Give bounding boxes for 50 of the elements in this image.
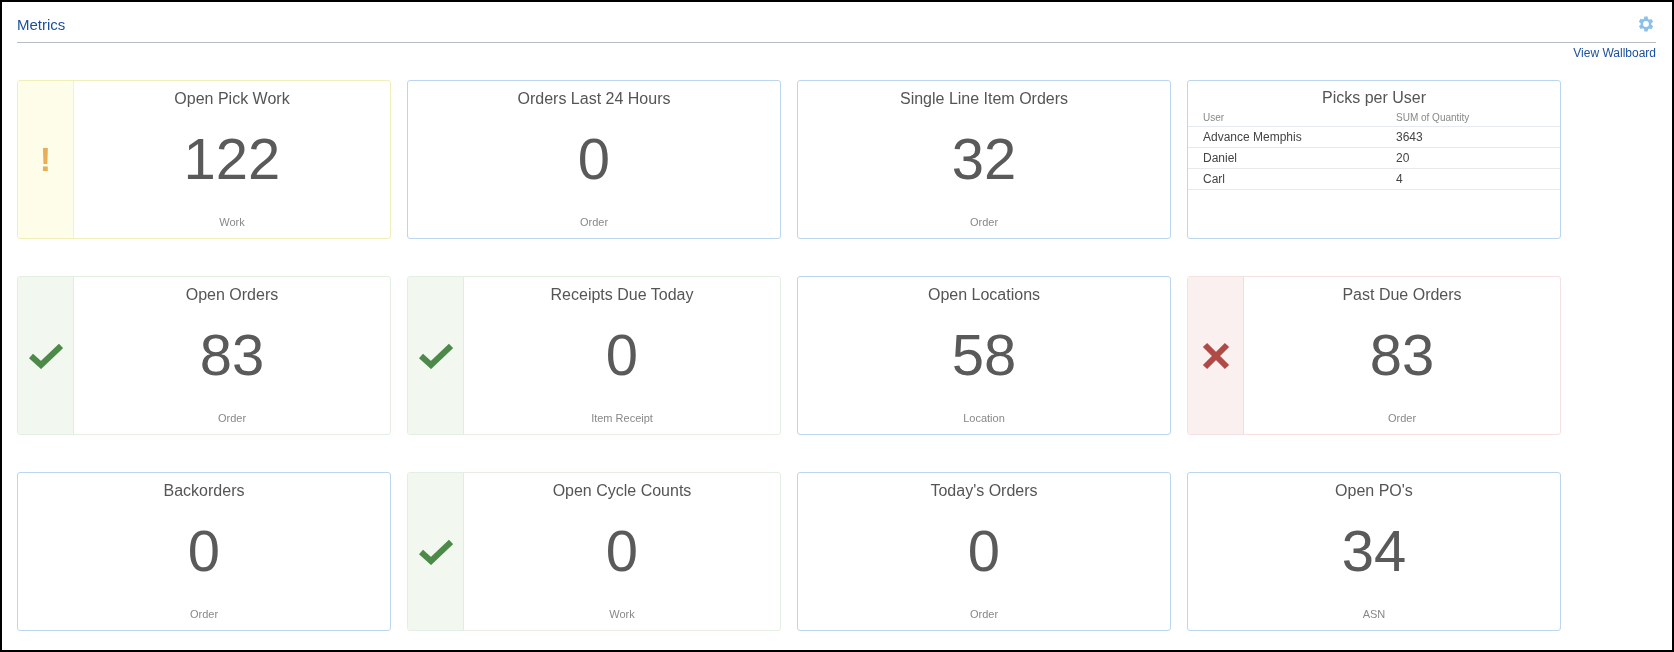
column-header: User xyxy=(1203,112,1226,123)
card-title: Receipts Due Today xyxy=(550,286,694,304)
card-title: Single Line Item Orders xyxy=(899,90,1069,108)
metric-unit: Order xyxy=(969,216,999,228)
metric-unit: Order xyxy=(969,608,999,620)
checkmark-icon xyxy=(418,342,453,369)
card-title: Today's Orders xyxy=(930,482,1038,500)
exclamation-icon: ! xyxy=(39,140,52,179)
view-wallboard-link[interactable]: View Wallboard xyxy=(1573,46,1656,60)
metric-value: 0 xyxy=(967,522,1001,580)
card-title: Past Due Orders xyxy=(1342,286,1462,304)
card-title: Backorders xyxy=(163,482,245,500)
table-cell-text: 3643 xyxy=(1396,130,1424,144)
card-title: Orders Last 24 Hours xyxy=(517,90,671,108)
card-title: Open Locations xyxy=(927,286,1041,304)
metric-unit: Order xyxy=(217,412,247,424)
checkmark-icon xyxy=(28,342,63,369)
table-cell-text: Advance Memphis xyxy=(1203,130,1303,144)
column-header: SUM of Quantity xyxy=(1396,112,1471,123)
metric-unit: Location xyxy=(963,412,1005,424)
metric-value: 83 xyxy=(199,326,265,384)
table-cell-text: Carl xyxy=(1203,172,1226,186)
cross-icon xyxy=(1201,341,1230,370)
settings-icon[interactable] xyxy=(1636,14,1656,34)
metric-value: 0 xyxy=(577,130,611,188)
metric-unit: Order xyxy=(189,608,219,620)
metric-value: 122 xyxy=(183,130,281,188)
card-title: Picks per User xyxy=(1322,89,1426,107)
card-title: Open Orders xyxy=(185,286,279,304)
metric-value: 0 xyxy=(187,522,221,580)
metric-unit: Work xyxy=(219,216,245,228)
card-title: Open Pick Work xyxy=(174,90,290,108)
card-title: Open PO's xyxy=(1335,482,1413,500)
metric-value: 83 xyxy=(1369,326,1435,384)
metric-unit: Order xyxy=(1387,412,1417,424)
metric-value: 0 xyxy=(605,326,639,384)
table-cell-text: Daniel xyxy=(1203,151,1239,165)
checkmark-icon xyxy=(418,538,453,565)
metric-unit: Order xyxy=(579,216,609,228)
metric-value: 32 xyxy=(951,130,1017,188)
metric-unit: Work xyxy=(609,608,635,620)
page-title: Metrics xyxy=(17,15,66,33)
metric-value: 0 xyxy=(605,522,639,580)
metric-unit: Item Receipt xyxy=(591,412,653,424)
metric-value: 58 xyxy=(951,326,1017,384)
card-title: Open Cycle Counts xyxy=(552,482,692,500)
table-cell-text: 20 xyxy=(1396,151,1411,165)
metric-value: 34 xyxy=(1341,522,1407,580)
table-cell-text: 4 xyxy=(1396,172,1404,186)
metric-unit: ASN xyxy=(1362,608,1386,620)
